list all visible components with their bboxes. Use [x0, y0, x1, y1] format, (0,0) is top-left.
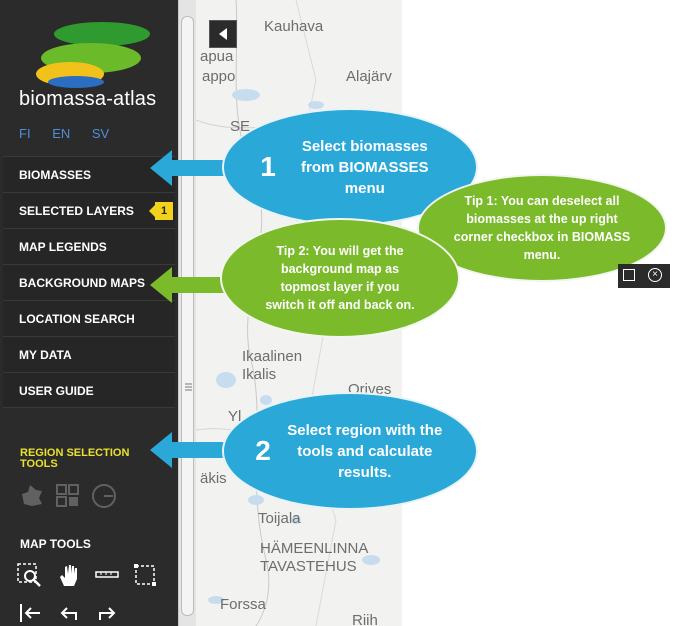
place-label: appo: [202, 68, 236, 85]
menu-label: MY DATA: [19, 348, 72, 362]
menu-location-search[interactable]: LOCATION SEARCH: [3, 300, 175, 336]
measure-area-icon[interactable]: [132, 562, 158, 588]
place-label: Alajärv: [346, 68, 392, 85]
menu-label: USER GUIDE: [19, 384, 94, 398]
lang-en[interactable]: EN: [52, 126, 70, 141]
brand-name: biomassa-atlas: [19, 88, 157, 110]
lang-sv[interactable]: SV: [92, 126, 109, 141]
place-label: äkis: [200, 470, 227, 487]
place-label: TAVASTEHUS: [260, 558, 357, 575]
deselect-all-checkbox[interactable]: [623, 269, 635, 281]
place-label: apua: [200, 48, 234, 65]
grip-icon: [185, 383, 192, 391]
menu-label: BACKGROUND MAPS: [19, 276, 145, 290]
place-label: Forssa: [220, 596, 266, 613]
lang-fi[interactable]: FI: [19, 126, 31, 141]
step-number: 1: [260, 151, 276, 182]
sidebar-scrollbar[interactable]: [178, 0, 197, 626]
measure-ruler-icon[interactable]: [94, 562, 120, 588]
language-switcher: FI EN SV: [19, 126, 127, 141]
callout-step-2: 2 Select region with the tools and calcu…: [222, 392, 478, 510]
menu-selected-layers[interactable]: SELECTED LAYERS 1: [3, 192, 175, 228]
polygon-select-icon[interactable]: [18, 482, 46, 510]
callout-text: Select biomasses from BIOMASSES menu: [301, 137, 429, 197]
redo-icon[interactable]: [94, 600, 120, 626]
sidebar: biomassa-atlas FI EN SV BIOMASSES SELECT…: [0, 0, 178, 626]
pan-hand-icon[interactable]: [56, 562, 82, 588]
menu-label: BIOMASSES: [19, 168, 92, 182]
menu-label: LOCATION SEARCH: [19, 312, 135, 326]
place-label: Kauhava: [264, 18, 324, 35]
map-tools-title: MAP TOOLS: [20, 537, 91, 551]
zoom-box-icon[interactable]: [16, 562, 42, 588]
menu-my-data[interactable]: MY DATA: [3, 336, 175, 372]
menu-map-legends[interactable]: MAP LEGENDS: [3, 228, 175, 264]
menu-label: SELECTED LAYERS: [19, 204, 134, 218]
callout-text: Tip 2: You will get the background map a…: [265, 244, 415, 312]
place-label: Ikaalinen: [242, 348, 303, 365]
circle-select-icon[interactable]: [90, 482, 118, 510]
place-label: Riih: [352, 612, 378, 626]
biomass-menu-controls: ×: [618, 264, 670, 288]
region-tools-title: REGION SELECTION TOOLS: [20, 447, 130, 470]
callout-text: Select region with the tools and calcula…: [287, 421, 443, 481]
menu-user-guide[interactable]: USER GUIDE: [3, 372, 175, 408]
grid-select-icon[interactable]: [54, 482, 82, 510]
menu-label: MAP LEGENDS: [19, 240, 107, 254]
full-extent-icon[interactable]: [18, 600, 44, 626]
undo-icon[interactable]: [56, 600, 82, 626]
close-icon[interactable]: ×: [648, 268, 662, 282]
place-label: Ikalis: [242, 366, 277, 383]
callout-tip-2: Tip 2: You will get the background map a…: [220, 218, 460, 338]
callout-text: Tip 1: You can deselect all biomasses at…: [453, 194, 631, 262]
collapse-sidebar-button[interactable]: [209, 20, 237, 48]
selected-count-badge: 1: [149, 202, 173, 220]
scroll-thumb[interactable]: [181, 16, 194, 616]
place-label: Toijala: [258, 510, 301, 527]
place-label: HÄMEENLINNA: [260, 540, 369, 557]
step-number: 2: [255, 435, 271, 466]
